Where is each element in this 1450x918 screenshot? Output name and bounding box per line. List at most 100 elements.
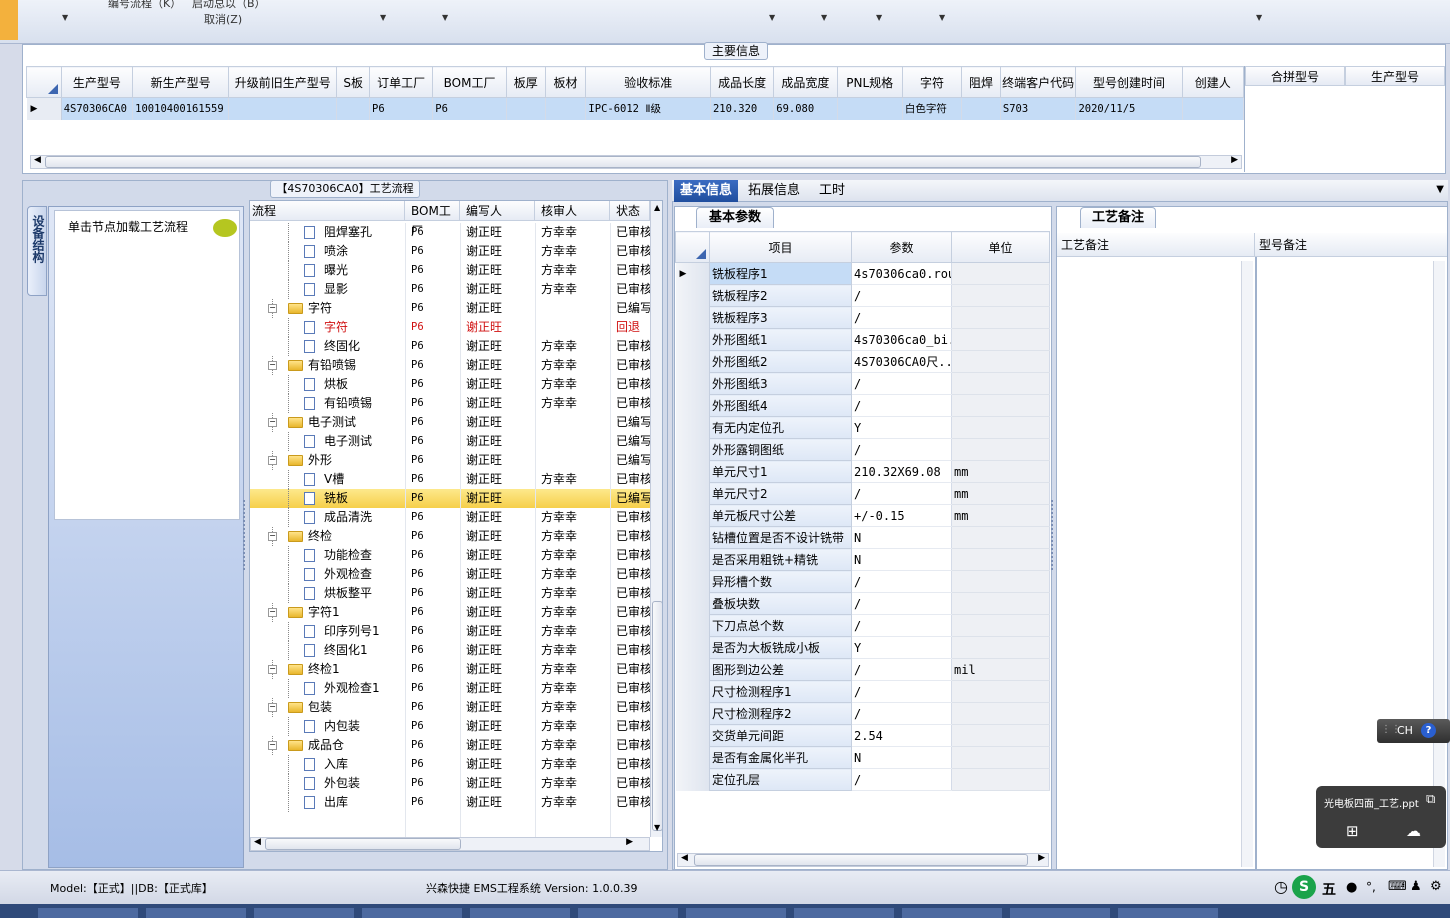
row-indicator[interactable] <box>675 504 710 527</box>
settings-icon[interactable]: ⚙ <box>1430 879 1442 894</box>
taskbar-button[interactable] <box>470 908 570 918</box>
scroll-thumb[interactable] <box>694 854 1028 866</box>
taskbar-button[interactable] <box>686 908 786 918</box>
param-val[interactable]: N <box>851 548 952 571</box>
tree-row[interactable]: 电子测试 P6 谢正旺 已编写 <box>250 432 650 451</box>
tree-row[interactable]: 喷涂 P6 谢正旺 方幸幸 已审核 <box>250 242 650 261</box>
tree-row[interactable]: 印序列号1 P6 谢正旺 方幸幸 已审核 <box>250 622 650 641</box>
collapse-icon[interactable]: − <box>268 361 277 370</box>
grid-cell[interactable] <box>336 97 370 120</box>
tree-row[interactable]: − 外形 P6 谢正旺 已编写 <box>250 451 650 470</box>
tree-row[interactable]: 入库 P6 谢正旺 方幸幸 已审核 <box>250 755 650 774</box>
param-val[interactable]: N <box>851 746 952 769</box>
row-indicator[interactable] <box>675 438 710 461</box>
col-header-main[interactable]: 新生产型号 <box>132 66 230 98</box>
col-header-main[interactable]: PNL规格 <box>836 66 903 98</box>
col-header-main[interactable]: 终端客户代码 <box>999 66 1077 98</box>
grid-cell[interactable]: 10010400161559 <box>132 97 230 120</box>
param-row[interactable]: 外形图纸3/ <box>675 372 1050 395</box>
param-row[interactable]: 叠板块数 / <box>675 592 1050 615</box>
col-header-param[interactable]: 参数 <box>851 231 952 263</box>
dropdown-arrow-icon[interactable]: ▼ <box>939 13 945 22</box>
row-indicator[interactable] <box>675 658 710 681</box>
tree-row[interactable]: − 终检 P6 谢正旺 方幸幸 已审核 <box>250 527 650 546</box>
scroll-right-icon[interactable]: ▶ <box>1038 853 1045 863</box>
dropdown-arrow-icon[interactable]: ▼ <box>380 13 386 22</box>
collapse-icon[interactable]: − <box>268 665 277 674</box>
col-header-writer[interactable]: 编写人 <box>460 201 535 221</box>
param-row[interactable]: 是否采用粗铣+精铣 N <box>675 548 1050 571</box>
col-header-status[interactable]: 状态 <box>610 201 650 221</box>
tree-row[interactable]: 终固化 P6 谢正旺 方幸幸 已审核 <box>250 337 650 356</box>
col-header-bom[interactable]: BOM工厂 <box>405 201 460 238</box>
param-val[interactable]: / <box>851 284 952 307</box>
param-row[interactable]: 图形到边公差 / mil <box>675 658 1050 681</box>
param-val[interactable]: / <box>851 372 952 395</box>
row-indicator[interactable] <box>675 570 710 593</box>
row-indicator[interactable] <box>675 284 710 307</box>
col-header-unit[interactable]: 单位 <box>951 231 1050 263</box>
file-settings-icon[interactable]: ⧉ <box>1426 792 1435 807</box>
param-row[interactable]: ▶ 铣板程序1 4s70306ca0.rou <box>675 262 1050 285</box>
tree-row[interactable]: 内包装 P6 谢正旺 方幸幸 已审核 <box>250 717 650 736</box>
model-remark-scroll[interactable] <box>1433 261 1445 867</box>
scroll-thumb[interactable] <box>45 156 1201 168</box>
param-val[interactable]: 4S70306CA0尺... <box>851 350 952 373</box>
speech-bubble-icon[interactable] <box>213 219 237 237</box>
row-indicator[interactable] <box>675 768 710 791</box>
ime-mode-label[interactable]: 五 <box>1322 879 1336 899</box>
col-header-main[interactable]: 字符 <box>901 66 963 98</box>
row-indicator[interactable] <box>675 724 710 747</box>
taskbar-button[interactable] <box>362 908 462 918</box>
col-header-process[interactable]: 流程 <box>250 201 405 221</box>
subtab-basic-params[interactable]: 基本参数 <box>696 207 774 228</box>
collapse-icon[interactable]: − <box>268 532 277 541</box>
param-val[interactable]: / <box>851 702 952 725</box>
row-indicator[interactable]: ▶ <box>26 97 62 120</box>
param-row[interactable]: 异形槽个数 / <box>675 570 1050 593</box>
tree-row[interactable]: 有铅喷锡 P6 谢正旺 方幸幸 已审核 <box>250 394 650 413</box>
row-indicator[interactable] <box>675 350 710 373</box>
param-val[interactable]: / <box>851 614 952 637</box>
tree-row[interactable]: 烘板整平 P6 谢正旺 方幸幸 已审核 <box>250 584 650 603</box>
collapse-icon[interactable]: − <box>268 418 277 427</box>
menu-item-2[interactable]: 启动总以（B） <box>192 0 266 11</box>
col-header-main[interactable]: 创建人 <box>1181 66 1245 98</box>
param-row[interactable]: 是否为大板铣成小板 Y <box>675 636 1050 659</box>
scroll-left-icon[interactable]: ◀ <box>254 837 261 847</box>
scroll-right-icon[interactable]: ▶ <box>1231 155 1238 165</box>
param-row[interactable]: 定位孔层 / <box>675 768 1050 791</box>
tree-row[interactable]: 烘板 P6 谢正旺 方幸幸 已审核 <box>250 375 650 394</box>
tree-row[interactable]: 外观检查1 P6 谢正旺 方幸幸 已审核 <box>250 679 650 698</box>
splitter-handle[interactable] <box>243 500 248 570</box>
collapse-icon[interactable]: − <box>268 608 277 617</box>
grid-cell[interactable]: 2020/11/5 <box>1075 97 1183 120</box>
param-row[interactable]: 铣板程序2/ <box>675 284 1050 307</box>
col-header-main[interactable]: 生产型号 <box>60 66 134 98</box>
col-header-main[interactable]: 阻焊 <box>961 66 1001 98</box>
param-row[interactable]: 外形露铜图纸 / <box>675 438 1050 461</box>
dropdown-arrow-icon[interactable]: ▼ <box>62 13 68 22</box>
col-header-main[interactable]: 型号创建时间 <box>1075 66 1183 98</box>
param-val[interactable]: Y <box>851 416 952 439</box>
dropdown-arrow-icon[interactable]: ▼ <box>442 13 448 22</box>
scroll-left-icon[interactable]: ◀ <box>681 853 688 863</box>
taskbar-button[interactable] <box>902 908 1002 918</box>
row-indicator[interactable] <box>675 328 710 351</box>
chevron-down-icon[interactable]: ▼ <box>1436 184 1444 195</box>
tree-row[interactable]: 出库 P6 谢正旺 方幸幸 已审核 <box>250 793 650 812</box>
tree-row[interactable]: 曝光 P6 谢正旺 方幸幸 已审核 <box>250 261 650 280</box>
dropdown-arrow-icon[interactable]: ▼ <box>1256 13 1262 22</box>
collapse-icon[interactable]: − <box>268 304 277 313</box>
grid-cell[interactable]: 69.080 <box>773 97 838 120</box>
grid-cell[interactable] <box>228 97 338 120</box>
tree-row[interactable]: 外观检查 P6 谢正旺 方幸幸 已审核 <box>250 565 650 584</box>
sogou-ime-icon[interactable]: S <box>1292 875 1316 899</box>
row-indicator[interactable] <box>675 460 710 483</box>
tree-row[interactable]: V槽 P6 谢正旺 方幸幸 已审核 <box>250 470 650 489</box>
tree-row[interactable]: − 有铅喷锡 P6 谢正旺 方幸幸 已审核 <box>250 356 650 375</box>
tree-row[interactable]: − 成品仓 P6 谢正旺 方幸幸 已审核 <box>250 736 650 755</box>
half-width-icon[interactable]: ● <box>1346 880 1357 895</box>
row-indicator[interactable] <box>675 548 710 571</box>
tree-row[interactable]: 铣板 P6 谢正旺 已编写 <box>250 489 650 508</box>
